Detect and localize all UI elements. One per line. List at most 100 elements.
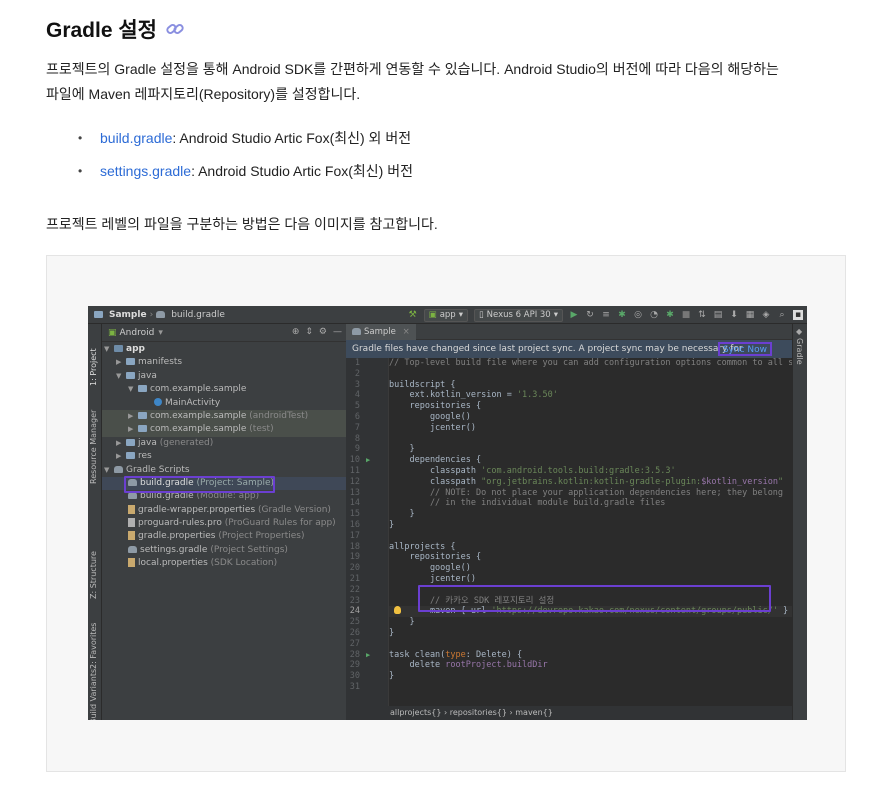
folder-icon [126, 452, 135, 460]
line-number: 4 [354, 390, 360, 401]
line-number: 31 [349, 681, 360, 692]
coverage-icon[interactable]: ◎ [633, 310, 643, 320]
tree-item-settings-gradle[interactable]: settings.gradle (Project Settings) [102, 544, 346, 557]
chevron-right-icon[interactable]: ▶ [128, 410, 138, 423]
tree-item-gradle-scripts[interactable]: ▼ Gradle Scripts [102, 464, 346, 477]
tab-gradle[interactable]: Gradle [795, 338, 804, 365]
tree-item-local-properties[interactable]: local.properties (SDK Location) [102, 557, 346, 570]
device-select[interactable]: ▯ Nexus 6 API 30 ▾ [473, 308, 563, 322]
chevron-down-icon[interactable]: ▼ [116, 370, 126, 383]
profile-icon[interactable]: ◔ [649, 310, 659, 320]
run-gutter-icon[interactable]: ▶ [366, 651, 370, 659]
code-line: classpath 'com.android.tools.build:gradl… [389, 466, 792, 477]
sdk-manager-icon[interactable]: ⬇ [729, 310, 739, 320]
line-number: 3 [354, 379, 360, 390]
sync-icon[interactable]: ⇅ [697, 310, 707, 320]
debug-icon[interactable]: ✱ [617, 310, 627, 320]
breadcrumb-file[interactable]: build.gradle [171, 310, 225, 320]
stop-icon[interactable]: ■ [681, 310, 691, 320]
search-icon[interactable]: ⌕ [777, 310, 787, 320]
tree-item-java[interactable]: ▼ java [102, 370, 346, 383]
settings-gradle-link[interactable]: settings.gradle [100, 155, 191, 188]
run-icon[interactable]: ▶ [569, 310, 579, 320]
module-select[interactable]: ▣ app ▾ [423, 308, 468, 322]
tree-item-app[interactable]: ▼ app [102, 343, 346, 356]
tree-item-res[interactable]: ▶ res [102, 450, 346, 463]
tree-item-tag: (ProGuard Rules for app) [224, 518, 336, 529]
breadcrumb-project[interactable]: Sample [109, 310, 147, 320]
tab-resource-manager[interactable]: Resource Manager [89, 410, 101, 484]
line-number: 25 [349, 617, 360, 628]
editor-breadcrumb[interactable]: allprojects{} › repositories{} › maven{} [346, 706, 792, 720]
code-line: jcenter() [389, 573, 476, 584]
run-gutter-icon[interactable]: ▶ [366, 456, 370, 464]
chevron-right-icon[interactable]: ▶ [128, 423, 138, 436]
line-number: 29 [349, 660, 360, 671]
minimize-icon[interactable]: — [333, 327, 342, 337]
attach-debugger-icon[interactable]: ✱ [665, 310, 675, 320]
code-line: } [389, 444, 415, 455]
properties-file-icon [128, 531, 135, 541]
tree-item-label: java [138, 370, 157, 381]
chevron-right-icon[interactable]: ▶ [116, 356, 126, 369]
tree-item-java-generated[interactable]: ▶ java (generated) [102, 437, 346, 450]
apply-code-icon[interactable]: ≡ [601, 310, 611, 320]
device-file-icon[interactable]: ◈ [761, 310, 771, 320]
line-number: 11 [349, 465, 360, 476]
avatar[interactable]: ▪ [793, 310, 803, 320]
tab-favorites[interactable]: 2: Favorites [89, 623, 101, 669]
tree-item-tag: (Project Settings) [210, 544, 288, 555]
code-line: buildscript { [389, 379, 456, 390]
code-line: } [389, 617, 415, 628]
code-string: '1.3.50' [516, 390, 558, 401]
guide-paragraph: 프로젝트 레벨의 파일을 구분하는 방법은 다음 이미지를 참고합니다. [46, 216, 438, 232]
line-number: 5 [354, 401, 360, 412]
tree-item-manifests[interactable]: ▶ manifests [102, 356, 346, 369]
link-icon[interactable] [165, 19, 185, 39]
build-gradle-link[interactable]: build.gradle [100, 122, 172, 155]
collapse-icon[interactable]: ⇕ [305, 327, 313, 337]
chevron-right-icon[interactable]: ▶ [116, 450, 126, 463]
chevron-down-icon[interactable]: ▾ [158, 328, 163, 338]
tree-item-label: app [126, 344, 145, 354]
class-icon [154, 397, 162, 406]
gradle-icon [156, 311, 166, 318]
tab-project[interactable]: 1: Project [89, 336, 101, 386]
folder-icon [114, 345, 123, 352]
close-icon[interactable]: × [403, 327, 410, 337]
gradle-icon [128, 545, 137, 553]
tree-item-package-test[interactable]: ▶ com.example.sample (test) [102, 423, 346, 437]
code-area[interactable]: 1 2 3 4 5 6 7 8 9 10 11 12 13 14 15 16 17 18 19 20 21 22 23 24 2… [346, 358, 807, 706]
avd-manager-icon[interactable]: ▤ [713, 310, 723, 320]
tree-item-main-activity[interactable]: MainActivity [102, 397, 346, 410]
hammer-icon[interactable]: ⚒ [408, 310, 418, 320]
tab-structure[interactable]: Z: Structure [89, 549, 101, 599]
tree-item-gradle-wrapper[interactable]: gradle-wrapper.properties (Gradle Versio… [102, 504, 346, 517]
gradle-file-list: • build.gradle : Android Studio Artic Fo… [78, 122, 413, 188]
tree-item-tag: (SDK Location) [210, 558, 278, 569]
tab-build-variants[interactable]: Build Variants [89, 669, 101, 720]
lightbulb-icon[interactable] [394, 606, 401, 614]
code-line: repositories { [389, 401, 482, 412]
chevron-down-icon[interactable]: ▼ [104, 464, 114, 477]
chevron-right-icon[interactable]: ▶ [116, 437, 126, 450]
chevron-down-icon[interactable]: ▼ [128, 383, 138, 396]
sync-now-link[interactable]: Sync Now [717, 342, 772, 356]
folder-icon [126, 371, 135, 379]
locate-icon[interactable]: ⊕ [292, 327, 300, 337]
gear-icon[interactable]: ⚙ [319, 327, 327, 337]
code-content[interactable]: // Top-level build file where you can ad… [388, 358, 807, 706]
code-line: } [389, 509, 415, 520]
project-view-select[interactable]: Android [120, 328, 155, 338]
layout-inspector-icon[interactable]: ▦ [745, 310, 755, 320]
chevron-down-icon[interactable]: ▼ [104, 343, 114, 356]
tree-item-package-android-test[interactable]: ▶ com.example.sample (androidTest) [102, 409, 346, 424]
tree-item-label: res [138, 451, 152, 462]
apply-changes-icon[interactable]: ↻ [585, 310, 595, 320]
ide-toolbar: ⚒ ▣ app ▾ ▯ Nexus 6 API 30 ▾ ▶ ↻ ≡ ✱ ◎ ◔… [408, 306, 803, 324]
tree-item-proguard[interactable]: proguard-rules.pro (ProGuard Rules for a… [102, 517, 346, 530]
tab-sample[interactable]: Sample × [346, 323, 416, 340]
chevron-down-icon: ▾ [553, 310, 558, 320]
tree-item-gradle-properties[interactable]: gradle.properties (Project Properties) [102, 530, 346, 543]
tree-item-package[interactable]: ▼ com.example.sample [102, 383, 346, 396]
